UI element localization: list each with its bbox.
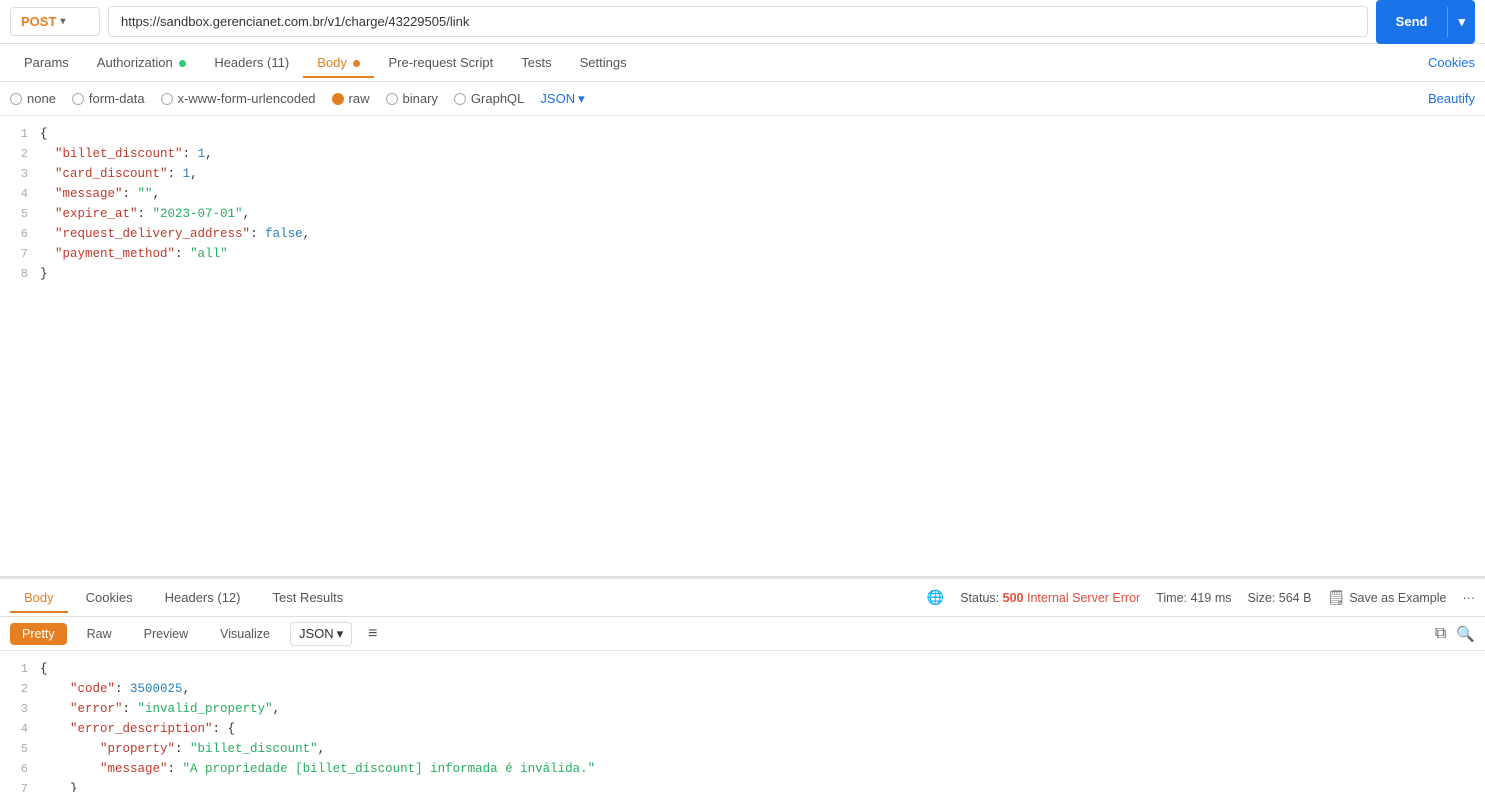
- pretty-button[interactable]: Pretty: [10, 623, 67, 645]
- send-label: Send: [1376, 7, 1448, 36]
- json-type-select[interactable]: JSON ▾: [540, 91, 584, 107]
- tab-params[interactable]: Params: [10, 47, 83, 78]
- response-code-content: 1 { 2 "code": 3500025, 3 "error": "inval…: [0, 651, 1485, 792]
- json-chevron-icon: ▾: [578, 91, 585, 107]
- beautify-button[interactable]: Beautify: [1428, 91, 1475, 106]
- radio-binary[interactable]: binary: [386, 91, 438, 106]
- tab-tests[interactable]: Tests: [507, 47, 565, 78]
- raw-button[interactable]: Raw: [75, 623, 124, 645]
- save-icon: 🗒: [1327, 589, 1345, 606]
- body-dot: [353, 60, 360, 67]
- resp-tab-cookies[interactable]: Cookies: [72, 582, 147, 613]
- size-info: Size: 564 B: [1247, 591, 1311, 605]
- req-line-5: 5 "expire_at": "2023-07-01",: [0, 204, 1485, 224]
- radio-raw-dot: [332, 93, 344, 105]
- save-as-example-button[interactable]: 🗒 Save as Example: [1327, 589, 1446, 606]
- request-body-editor[interactable]: 1 { 2 "billet_discount": 1, 3 "card_disc…: [0, 116, 1485, 577]
- resp-line-5: 5 "property": "billet_discount",: [0, 739, 1485, 759]
- more-options-icon[interactable]: ···: [1463, 591, 1476, 605]
- radio-formdata-dot: [72, 93, 84, 105]
- method-select[interactable]: POST ▾: [10, 7, 100, 36]
- copy-icon[interactable]: ⧉: [1435, 625, 1446, 643]
- time-info: Time: 419 ms: [1156, 591, 1231, 605]
- resp-json-chevron-icon: ▾: [337, 626, 344, 642]
- preview-button[interactable]: Preview: [132, 623, 200, 645]
- method-chevron-icon: ▾: [60, 16, 65, 27]
- req-line-2: 2 "billet_discount": 1,: [0, 144, 1485, 164]
- radio-none-dot: [10, 93, 22, 105]
- search-icon[interactable]: 🔍: [1456, 625, 1475, 643]
- response-section: Body Cookies Headers (12) Test Results 🌐…: [0, 577, 1485, 792]
- auth-dot: [179, 60, 186, 67]
- req-line-4: 4 "message": "",: [0, 184, 1485, 204]
- method-label: POST: [21, 14, 56, 29]
- radio-graphql[interactable]: GraphQL: [454, 91, 524, 106]
- send-button[interactable]: Send ▾: [1376, 0, 1475, 44]
- tab-body[interactable]: Body: [303, 47, 374, 78]
- radio-formdata[interactable]: form-data: [72, 91, 145, 106]
- radio-binary-dot: [386, 93, 398, 105]
- req-line-7: 7 "payment_method": "all": [0, 244, 1485, 264]
- resp-tab-testresults[interactable]: Test Results: [258, 582, 357, 613]
- tab-headers[interactable]: Headers (11): [200, 47, 303, 78]
- url-input[interactable]: [108, 6, 1368, 37]
- radio-raw[interactable]: raw: [332, 91, 370, 106]
- req-line-6: 6 "request_delivery_address": false,: [0, 224, 1485, 244]
- radio-graphql-dot: [454, 93, 466, 105]
- filter-icon[interactable]: ≡: [368, 625, 377, 643]
- send-dropdown-icon[interactable]: ▾: [1447, 7, 1475, 37]
- radio-none[interactable]: none: [10, 91, 56, 106]
- resp-line-6: 6 "message": "A propriedade [billet_disc…: [0, 759, 1485, 779]
- radio-urlencoded[interactable]: x-www-form-urlencoded: [161, 91, 316, 106]
- response-status-area: 🌐 Status: 500 Internal Server Error Time…: [927, 589, 1475, 606]
- response-format-row: Pretty Raw Preview Visualize JSON ▾ ≡ ⧉ …: [0, 617, 1485, 651]
- tab-prerequest[interactable]: Pre-request Script: [374, 47, 507, 78]
- resp-line-3: 3 "error": "invalid_property",: [0, 699, 1485, 719]
- visualize-button[interactable]: Visualize: [208, 623, 282, 645]
- request-code-content: 1 { 2 "billet_discount": 1, 3 "card_disc…: [0, 116, 1485, 576]
- tab-settings[interactable]: Settings: [566, 47, 641, 78]
- response-body-viewer: 1 { 2 "code": 3500025, 3 "error": "inval…: [0, 651, 1485, 792]
- response-tabs-row: Body Cookies Headers (12) Test Results 🌐…: [0, 579, 1485, 617]
- resp-tab-headers[interactable]: Headers (12): [151, 582, 255, 613]
- resp-tab-body[interactable]: Body: [10, 582, 68, 613]
- req-line-8: 8 }: [0, 264, 1485, 284]
- url-bar: POST ▾ Send ▾: [0, 0, 1485, 44]
- radio-urlencoded-dot: [161, 93, 173, 105]
- req-line-1: 1 {: [0, 124, 1485, 144]
- body-type-row: none form-data x-www-form-urlencoded raw…: [0, 82, 1485, 116]
- cookies-button[interactable]: Cookies: [1428, 55, 1475, 70]
- resp-line-2: 2 "code": 3500025,: [0, 679, 1485, 699]
- globe-icon: 🌐: [927, 589, 944, 606]
- status-info: Status: 500 Internal Server Error: [960, 591, 1140, 605]
- request-tabs-row: Params Authorization Headers (11) Body P…: [0, 44, 1485, 82]
- resp-line-1: 1 {: [0, 659, 1485, 679]
- tab-authorization[interactable]: Authorization: [83, 47, 201, 78]
- resp-line-7: 7 }: [0, 779, 1485, 792]
- response-json-select[interactable]: JSON ▾: [290, 622, 352, 646]
- resp-line-4: 4 "error_description": {: [0, 719, 1485, 739]
- resp-right-icons: ⧉ 🔍: [1435, 625, 1475, 643]
- req-line-3: 3 "card_discount": 1,: [0, 164, 1485, 184]
